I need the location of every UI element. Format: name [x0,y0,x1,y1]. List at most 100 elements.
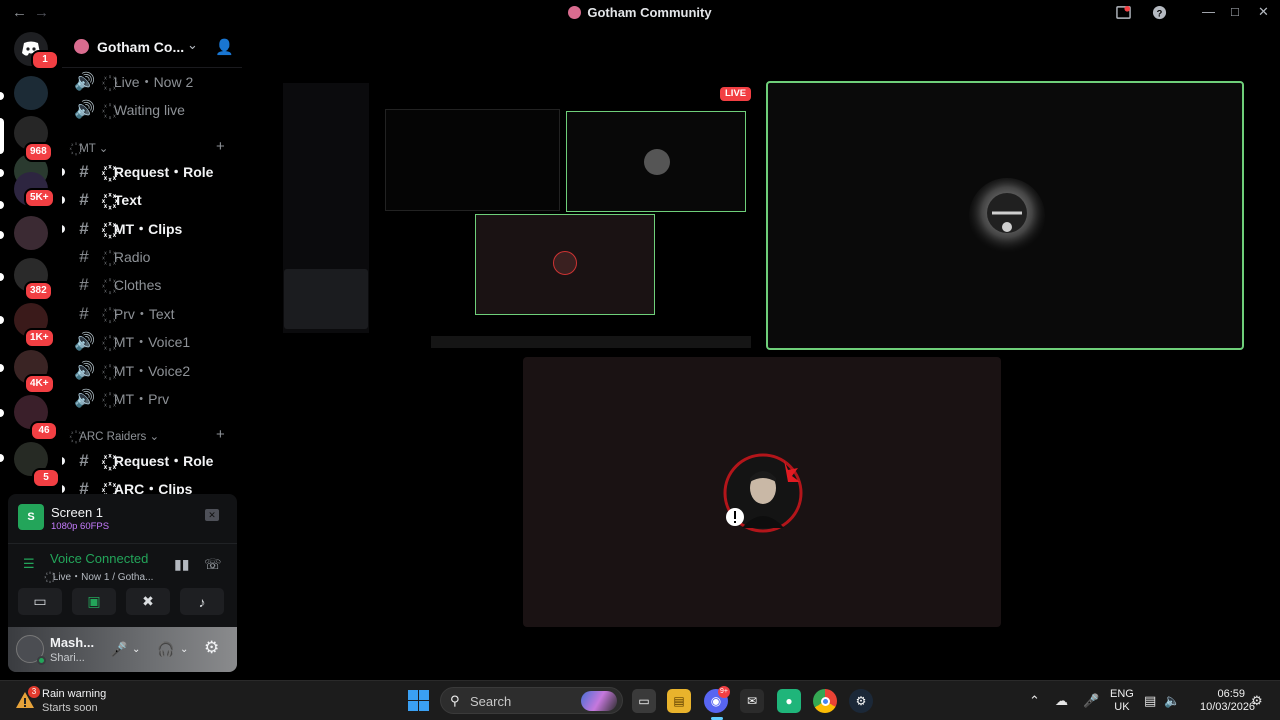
signal-icon[interactable]: ☰ [23,556,35,572]
speaker-icon: 🔊 [74,72,96,91]
unread-pill [0,231,4,239]
headphones-icon[interactable]: 🎧 [157,641,174,658]
minimize-icon[interactable]: — [1202,4,1215,19]
unread-pill [0,92,4,100]
close-icon[interactable]: ✕ [1258,4,1269,20]
invite-user-icon[interactable]: 👤 [215,38,234,56]
file-explorer-icon[interactable]: ▤ [667,689,691,713]
stop-stream-icon[interactable]: ✕ [205,509,219,521]
category-arc-raiders[interactable]: ꙰ ARC Raiders ⌄ [76,429,159,444]
stream-preview-avatar [553,251,577,275]
steam-icon[interactable]: ⚙ [849,689,873,713]
task-view-icon[interactable]: ▭ [632,689,656,713]
screen-share-quality: 1080p 60FPS [51,521,110,532]
activities-button[interactable]: ✖ [126,588,170,615]
channel-radio[interactable]: #꙰ Radio [74,245,150,269]
microphone-icon[interactable]: 🎤 [110,641,127,658]
voice-status[interactable]: Voice Connected [50,551,148,566]
channel-mt-clips[interactable]: #꙰ MT・Clips [74,217,182,241]
channel-voice-live-now-2[interactable]: 🔊꙰ Live・Now 2 [74,70,193,94]
stream-tile-participant[interactable] [523,357,1001,627]
speaker-icon: 🔊 [74,100,96,119]
channel-prv-text[interactable]: #꙰ Prv・Text [74,302,174,326]
disconnect-icon[interactable]: ☏ [204,556,222,573]
chevron-down-icon[interactable]: ⌄ [187,37,198,53]
system-clock[interactable]: 06:59 10/03/2026 [1200,688,1255,714]
category-mt[interactable]: ꙰ MT ⌄ [76,141,108,156]
channel-text[interactable]: #꙰ Text [74,188,141,212]
server-badge: 46 [30,421,58,441]
weather-title[interactable]: Rain warning [42,688,106,700]
user-status: Shari... [50,652,85,664]
user-panel[interactable]: Mash... Shari... 🎤 ⌄ 🎧 ⌄ ⚙ [8,627,237,672]
unread-pill [62,196,65,204]
unread-pill [0,273,4,281]
unread-pill [0,409,4,417]
server-icon[interactable] [14,76,48,110]
stream-tile-participant[interactable] [766,81,1244,350]
speaker-icon: 🔊 [74,361,96,380]
volume-icon[interactable]: 🔈 [1164,693,1180,709]
inbox-icon[interactable] [1116,5,1131,20]
noise-suppression-icon[interactable]: ▮▮ [174,556,189,573]
chevron-down-icon[interactable]: ⌄ [132,644,140,655]
channel-mt-prv[interactable]: 🔊꙰ MT・Prv [74,387,169,411]
stream-tile-screen-share[interactable] [281,81,757,350]
title-bar: ← → Gotham Community ? — □ ✕ [0,0,1280,26]
cloud-off-icon[interactable]: ☁ [1055,693,1068,709]
chevron-down-icon[interactable]: ⌄ [180,644,188,655]
stream-preview-taskbar [431,336,751,348]
help-icon[interactable]: ? [1152,5,1167,20]
server-name: Gotham Co... [97,39,185,55]
chrome-icon[interactable] [813,689,837,713]
search-placeholder: Search [470,694,512,709]
network-icon[interactable]: ▤ [1144,693,1156,709]
voice-panel: S Screen 1 1080p 60FPS ✕ ☰ Voice Connect… [8,494,237,672]
voice-location[interactable]: ꙰ Live・Now 1 / Gotha... [50,568,153,583]
screen-share-row[interactable]: S Screen 1 1080p 60FPS ✕ [8,494,237,544]
language-indicator[interactable]: ENG UK [1110,688,1134,714]
channel-request-role[interactable]: #꙰ Request・Role [74,160,213,184]
unread-pill [0,201,4,209]
stream-preview-nested [385,109,560,211]
discord-badge: 9+ [718,686,730,698]
hash-icon: # [79,451,89,470]
settings-gear-icon[interactable]: ⚙ [204,638,219,658]
mail-icon[interactable]: ✉ [740,689,764,713]
server-badge: 1K+ [24,328,55,348]
server-icon [568,6,582,19]
maximize-icon[interactable]: □ [1231,4,1239,19]
speaker-icon: 🔊 [74,389,96,408]
hash-icon: # [79,304,89,323]
add-channel-icon[interactable]: + [216,426,225,443]
server-icon[interactable] [14,216,48,250]
weather-subtitle[interactable]: Starts soon [42,702,98,714]
stream-preview-voice-panel [284,269,368,329]
username: Mash... [50,635,95,650]
server-header[interactable]: Gotham Co... ⌄ 👤 [62,26,242,68]
channel-voice-waiting-live[interactable]: 🔊꙰ Waiting live [74,98,185,122]
chat-app-icon[interactable]: ● [777,689,801,713]
stream-preview-avatar [644,149,670,175]
muted-warning-icon [726,508,744,526]
camera-off-button[interactable]: ▭ [18,588,62,615]
taskbar-search[interactable]: ⚲ Search [440,687,623,714]
channel-sidebar: Gotham Co... ⌄ 👤 🔊꙰ Live・Now 2 🔊꙰ Waitin… [62,26,242,496]
screen-share-thumbnail: S [18,504,44,530]
start-button[interactable] [408,690,429,711]
channel-mt-voice1[interactable]: 🔊꙰ MT・Voice1 [74,330,190,354]
channel-mt-voice2[interactable]: 🔊꙰ MT・Voice2 [74,359,190,383]
channel-arc-request-role[interactable]: #꙰ Request・Role [74,449,213,473]
unread-pill [0,364,4,372]
server-icon [74,39,89,54]
add-channel-icon[interactable]: + [216,138,225,155]
screen-share-icon: ▣ [87,593,101,609]
channel-clothes[interactable]: #꙰ Clothes [74,273,161,297]
home-badge: 1 [31,50,59,70]
microphone-icon[interactable]: 🎤 [1083,693,1099,709]
chevron-up-icon[interactable]: ⌃ [1029,693,1040,709]
soundboard-button[interactable]: ♪ [180,588,224,615]
notifications-icon[interactable]: ⚙ [1251,693,1263,709]
hash-icon: # [79,219,89,238]
stop-share-button[interactable]: ▣ [72,588,116,615]
